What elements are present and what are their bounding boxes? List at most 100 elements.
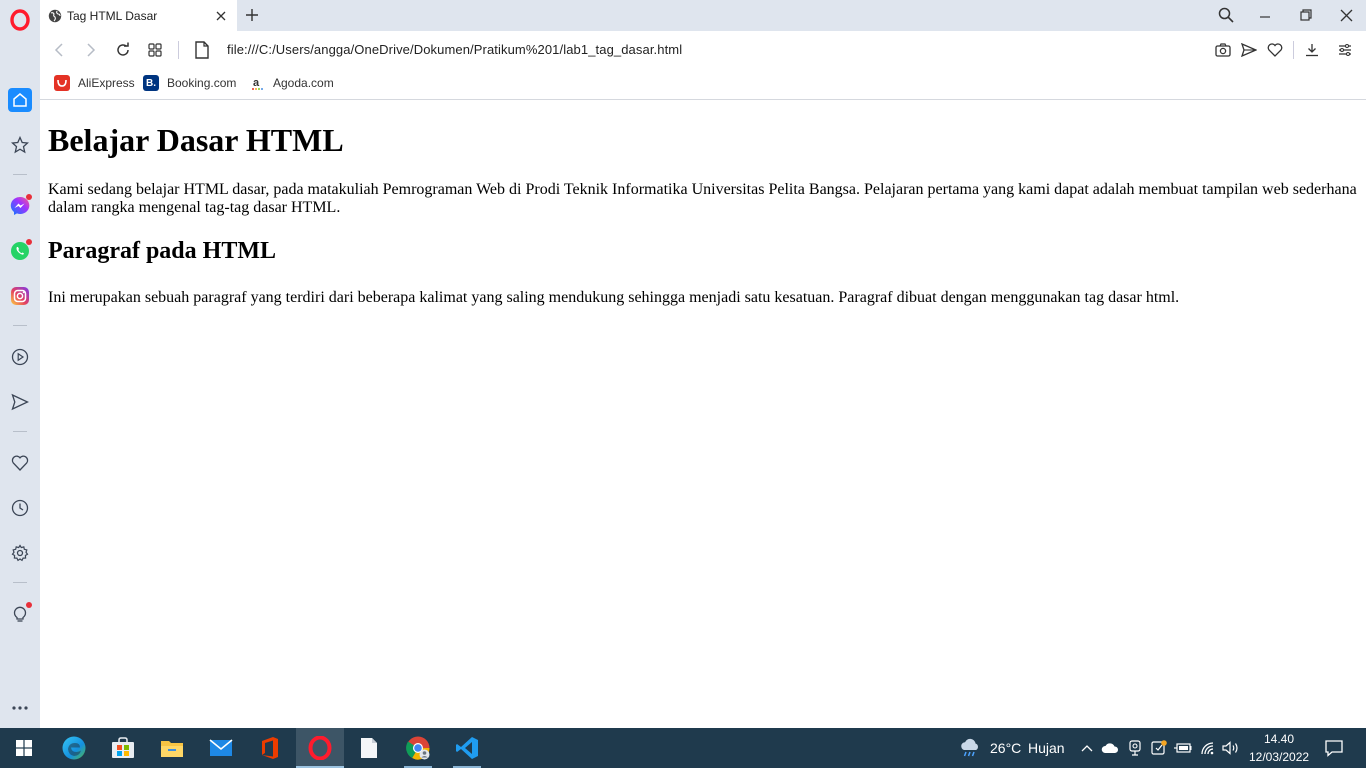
sidebar-item-my-flow[interactable] [8, 390, 32, 414]
taskbar-store[interactable] [99, 728, 147, 768]
camera-icon [1215, 43, 1231, 57]
bookmark-label: AliExpress [78, 76, 135, 90]
sidebar-item-history[interactable] [8, 496, 32, 520]
clock-icon [11, 499, 29, 517]
clock-time: 14.40 [1264, 732, 1295, 746]
chevron-right-icon [87, 43, 96, 57]
instagram-icon [11, 287, 29, 305]
weather-widget[interactable] [958, 738, 982, 758]
tab-active[interactable]: Tag HTML Dasar [40, 0, 237, 31]
play-circle-icon [11, 348, 29, 366]
new-tab-button[interactable] [242, 5, 262, 25]
taskbar-notepad[interactable] [345, 728, 393, 768]
taskbar-chrome[interactable] [394, 728, 442, 768]
office-icon [262, 737, 278, 759]
bookmark-booking[interactable]: B. Booking.com [143, 75, 236, 91]
close-window-button[interactable] [1332, 4, 1360, 26]
chevron-left-icon [54, 43, 63, 57]
reload-button[interactable] [112, 39, 134, 61]
address-toolbar: file:///C:/Users/angga/OneDrive/Dokumen/… [40, 31, 1366, 68]
file-icon[interactable] [194, 41, 210, 59]
sidebar-item-messenger[interactable] [8, 194, 32, 218]
toolbar-divider [1293, 41, 1294, 59]
web-page-content: Belajar Dasar HTML Kami sedang belajar H… [40, 101, 1366, 728]
svg-text:a: a [253, 77, 260, 89]
sidebar-item-whatsapp[interactable] [8, 239, 32, 263]
paragraph-1: Kami sedang belajar HTML dasar, pada mat… [48, 181, 1357, 216]
opera-logo-icon [10, 9, 30, 31]
opera-logo-icon [308, 736, 332, 760]
notification-dot [26, 194, 32, 200]
sidebar-item-speed-dial[interactable] [8, 133, 32, 157]
bookmark-aliexpress[interactable]: AliExpress [54, 75, 135, 91]
easy-setup-button[interactable] [1334, 39, 1356, 61]
more-horizontal-icon [12, 706, 28, 710]
forward-button[interactable] [80, 39, 102, 61]
battery-tray[interactable] [1173, 738, 1193, 758]
sidebar-divider [13, 174, 27, 175]
webcam-icon [1129, 740, 1141, 756]
edge-icon [62, 736, 86, 760]
start-button[interactable] [0, 728, 48, 768]
page-heading-2: Paragraf pada HTML [48, 238, 276, 264]
heart-icon [1267, 43, 1283, 57]
downloads-button[interactable] [1301, 39, 1323, 61]
bookmark-page-button[interactable] [1264, 39, 1286, 61]
volume-tray[interactable] [1221, 738, 1241, 758]
opera-menu-button[interactable] [7, 7, 33, 33]
page-heading-1: Belajar Dasar HTML [48, 122, 344, 158]
paragraph-2: Ini merupakan sebuah paragraf yang terdi… [48, 289, 1180, 306]
sidebar-item-player[interactable] [8, 345, 32, 369]
onedrive-tray[interactable] [1100, 738, 1120, 758]
back-button[interactable] [48, 39, 70, 61]
taskbar-edge[interactable] [50, 728, 98, 768]
taskbar-mail[interactable] [197, 728, 245, 768]
taskbar-vscode[interactable] [443, 728, 491, 768]
windows-logo-icon [16, 740, 32, 756]
send-button[interactable] [1238, 39, 1260, 61]
sidebar-item-features[interactable] [8, 602, 32, 626]
bookmark-label: Booking.com [167, 76, 237, 90]
tab-search-button[interactable] [1212, 4, 1240, 26]
tab-snapshot-button[interactable] [144, 39, 166, 61]
sidebar-more-button[interactable] [8, 696, 32, 720]
network-tray[interactable] [1198, 738, 1218, 758]
cloud-icon [1101, 743, 1119, 753]
agoda-icon: a [249, 75, 265, 91]
sidebar-divider [13, 431, 27, 432]
restore-button[interactable] [1292, 4, 1320, 26]
notification-icon [1325, 740, 1343, 757]
notification-dot [26, 602, 32, 608]
taskbar-office[interactable] [246, 728, 294, 768]
sidebar-item-bookmarks[interactable] [8, 451, 32, 475]
sidebar-divider [13, 325, 27, 326]
taskbar-file-explorer[interactable] [148, 728, 196, 768]
sidebar-item-home[interactable] [8, 88, 32, 112]
globe-icon [48, 9, 62, 22]
tab-close-button[interactable] [211, 6, 231, 26]
bookmark-label: Agoda.com [273, 76, 334, 90]
show-hidden-icons-button[interactable] [1077, 738, 1097, 758]
store-icon [112, 737, 134, 758]
document-icon [361, 738, 377, 758]
snapshot-button[interactable] [1212, 39, 1234, 61]
chrome-icon [406, 736, 430, 760]
sidebar-item-settings[interactable] [8, 541, 32, 565]
send-icon [11, 393, 29, 411]
wifi-icon [1201, 742, 1214, 755]
grid-icon [148, 43, 162, 57]
gear-icon [11, 544, 29, 562]
bookmarks-bar: AliExpress B. Booking.com a Agoda.com [40, 68, 1366, 100]
address-input[interactable]: file:///C:/Users/angga/OneDrive/Dokumen/… [227, 42, 682, 57]
clock-date: 12/03/2022 [1249, 750, 1310, 764]
notification-center-button[interactable] [1323, 737, 1345, 759]
send-icon [1241, 43, 1257, 57]
bookmark-agoda[interactable]: a Agoda.com [249, 75, 334, 91]
security-tray[interactable] [1149, 738, 1169, 758]
sidebar-item-instagram[interactable] [8, 284, 32, 308]
taskbar-opera[interactable] [296, 728, 344, 768]
meet-now-tray[interactable] [1125, 738, 1145, 758]
minimize-button[interactable] [1251, 4, 1279, 26]
home-icon [13, 93, 27, 107]
download-icon [1306, 44, 1318, 57]
